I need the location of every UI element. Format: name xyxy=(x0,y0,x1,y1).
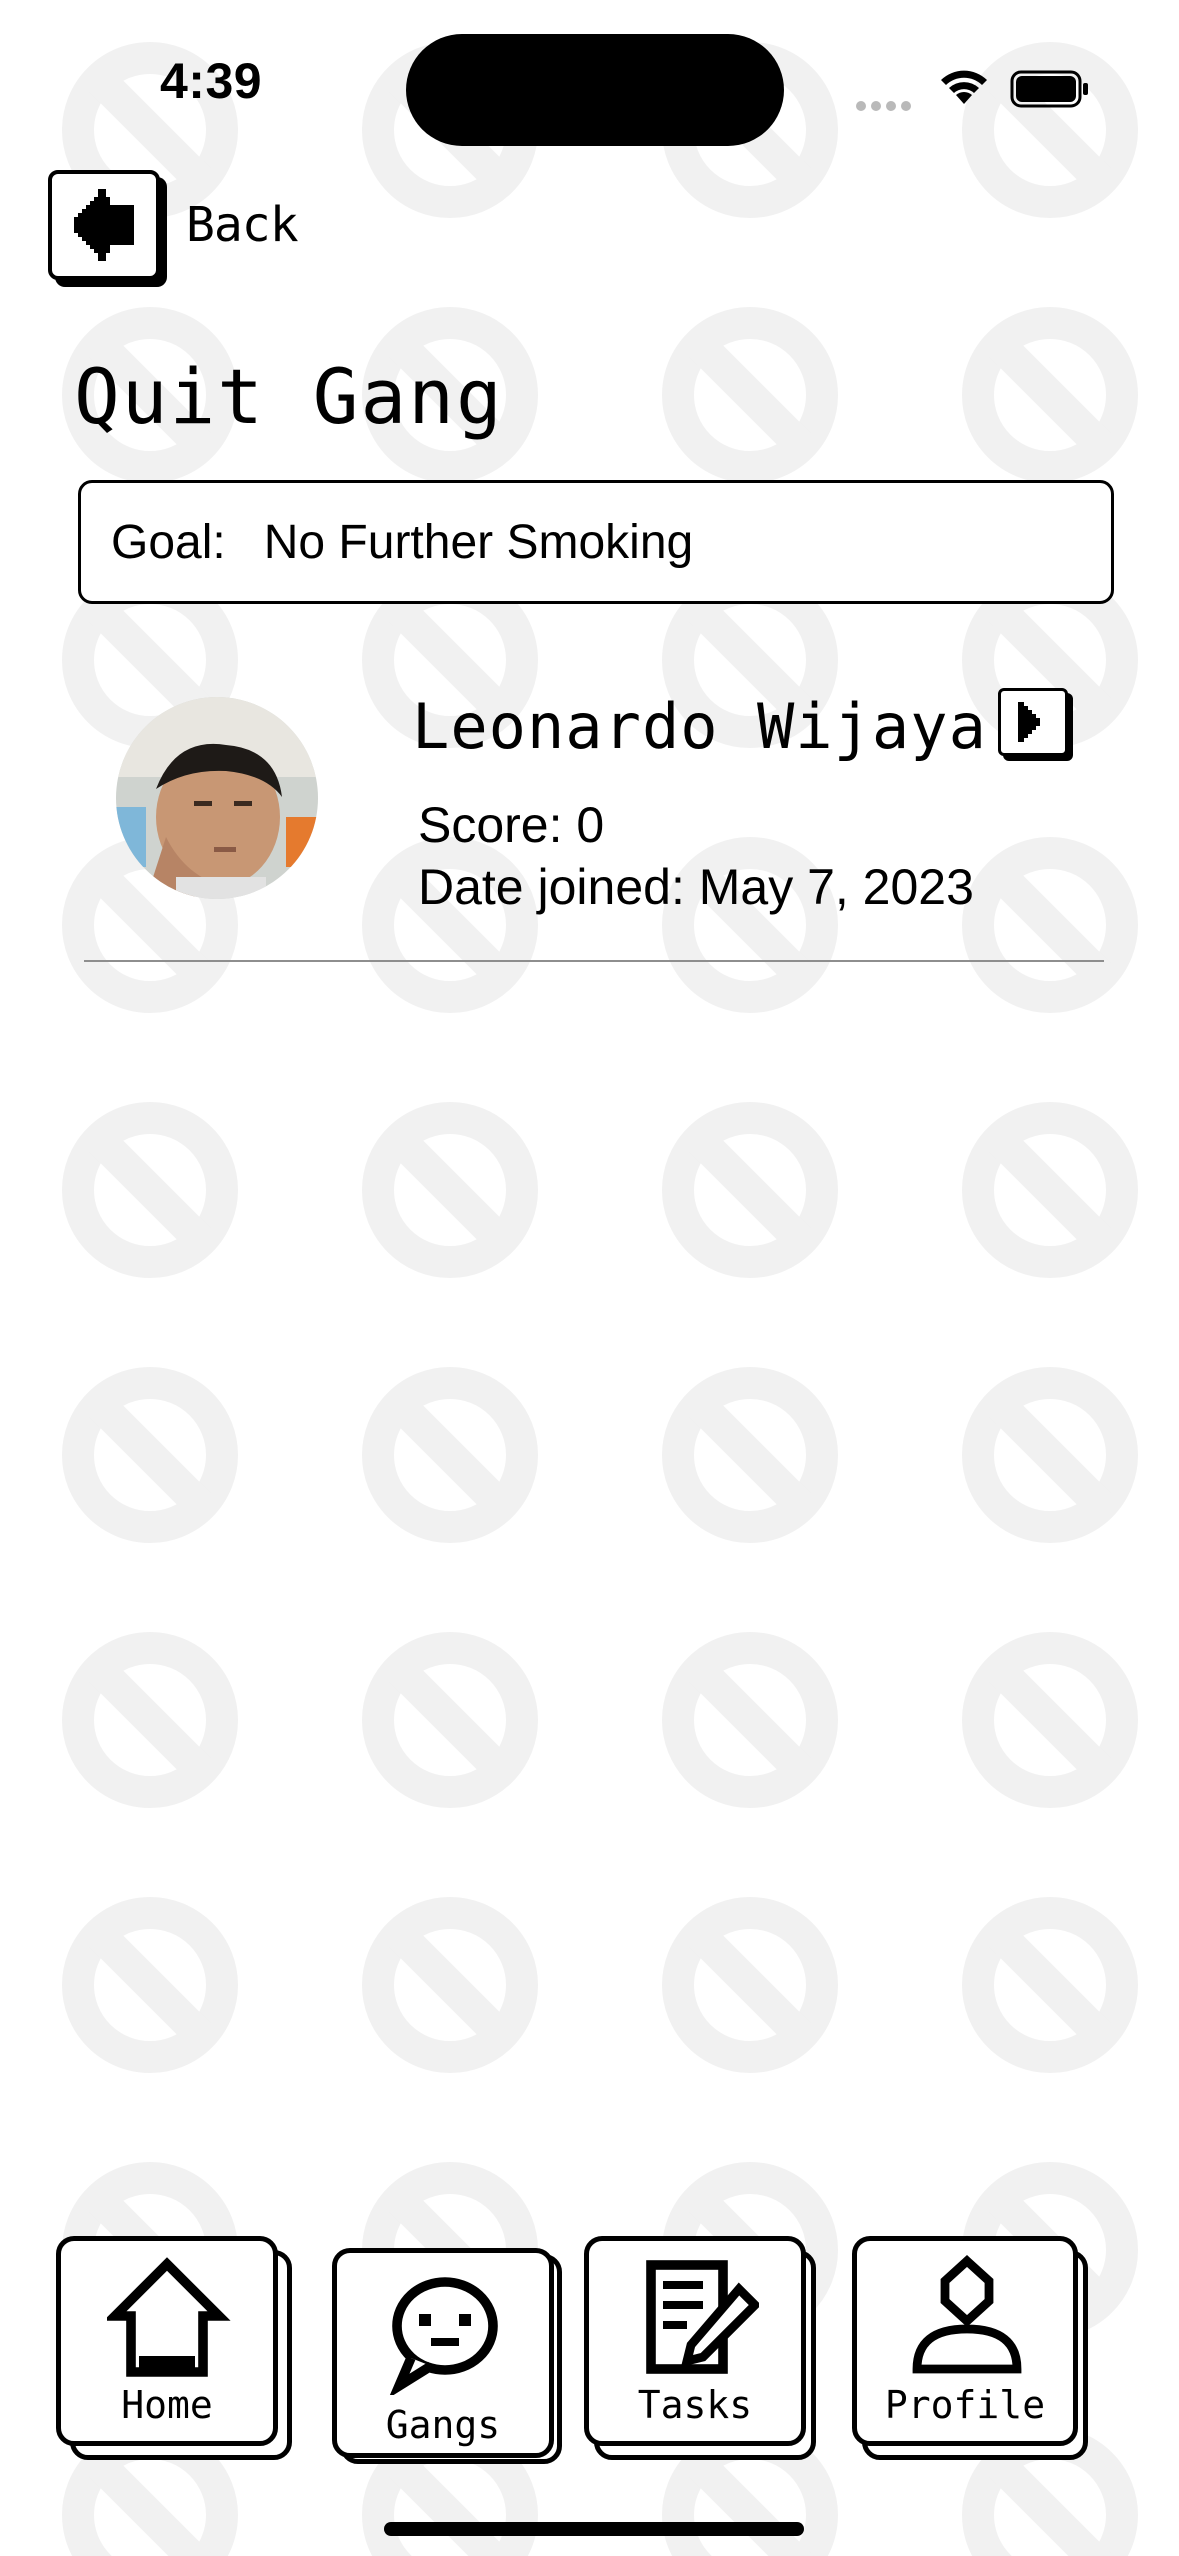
member-name: Leonardo Wijaya xyxy=(412,690,987,763)
page-title: Quit Gang xyxy=(74,352,504,441)
goal-value: No Further Smoking xyxy=(263,515,694,569)
member-divider xyxy=(84,960,1104,962)
back-arrow-box[interactable] xyxy=(48,170,160,280)
goal-label: Goal: xyxy=(111,515,226,569)
back-button[interactable]: Back xyxy=(48,170,299,280)
no-symbol-pattern-mark xyxy=(978,853,1122,997)
no-symbol-pattern-mark xyxy=(378,1118,522,1262)
cellular-signal-icon xyxy=(856,96,916,115)
no-symbol-pattern-mark xyxy=(78,1648,222,1792)
back-label: Back xyxy=(186,197,299,253)
wifi-icon xyxy=(938,66,990,110)
no-symbol-pattern-mark xyxy=(78,1383,222,1527)
no-symbol-pattern-mark xyxy=(978,1118,1122,1262)
goal-box: Goal: No Further Smoking xyxy=(78,480,1114,604)
member-score: Score: 0 xyxy=(418,797,605,853)
tab-home-label: Home xyxy=(121,2383,213,2427)
house-icon xyxy=(107,2257,231,2377)
play-arrow-icon xyxy=(1018,702,1040,742)
no-symbol-pattern-mark xyxy=(678,1383,822,1527)
no-symbol-pattern-mark xyxy=(78,1118,222,1262)
tab-tasks[interactable]: Tasks xyxy=(584,2236,806,2446)
tab-tasks-label: Tasks xyxy=(637,2383,753,2427)
tab-gangs-label: Gangs xyxy=(385,2403,501,2447)
member-date-joined: Date joined: May 7, 2023 xyxy=(418,859,974,915)
no-symbol-pattern-mark xyxy=(378,1648,522,1792)
no-symbol-pattern-mark xyxy=(378,1383,522,1527)
person-icon xyxy=(912,2255,1022,2374)
tab-profile[interactable]: Profile xyxy=(852,2236,1078,2446)
tab-gangs[interactable]: Gangs xyxy=(332,2248,554,2458)
no-symbol-pattern-mark xyxy=(978,1913,1122,2057)
no-symbol-pattern-mark xyxy=(678,1648,822,1792)
no-symbol-pattern-mark xyxy=(678,1913,822,2057)
avatar xyxy=(116,697,318,899)
no-symbol-pattern-mark xyxy=(978,1648,1122,1792)
no-symbol-pattern-mark xyxy=(978,323,1122,467)
member-detail-button[interactable] xyxy=(998,688,1068,756)
no-symbol-pattern-mark xyxy=(978,1383,1122,1527)
pixel-arrow-left-icon xyxy=(74,189,134,261)
speech-bubble-icon xyxy=(389,2277,498,2395)
no-symbol-pattern-mark xyxy=(678,1118,822,1262)
no-symbol-pattern-mark xyxy=(678,323,822,467)
tab-profile-label: Profile xyxy=(884,2383,1046,2427)
no-symbol-pattern-mark xyxy=(78,1913,222,2057)
tab-home[interactable]: Home xyxy=(56,2236,278,2446)
notepad-pencil-icon xyxy=(646,2260,759,2374)
battery-icon xyxy=(1010,70,1090,112)
no-symbol-pattern-mark xyxy=(378,1913,522,2057)
dynamic-island xyxy=(406,34,784,146)
status-bar-time: 4:39 xyxy=(160,53,263,109)
home-indicator xyxy=(384,2522,804,2536)
